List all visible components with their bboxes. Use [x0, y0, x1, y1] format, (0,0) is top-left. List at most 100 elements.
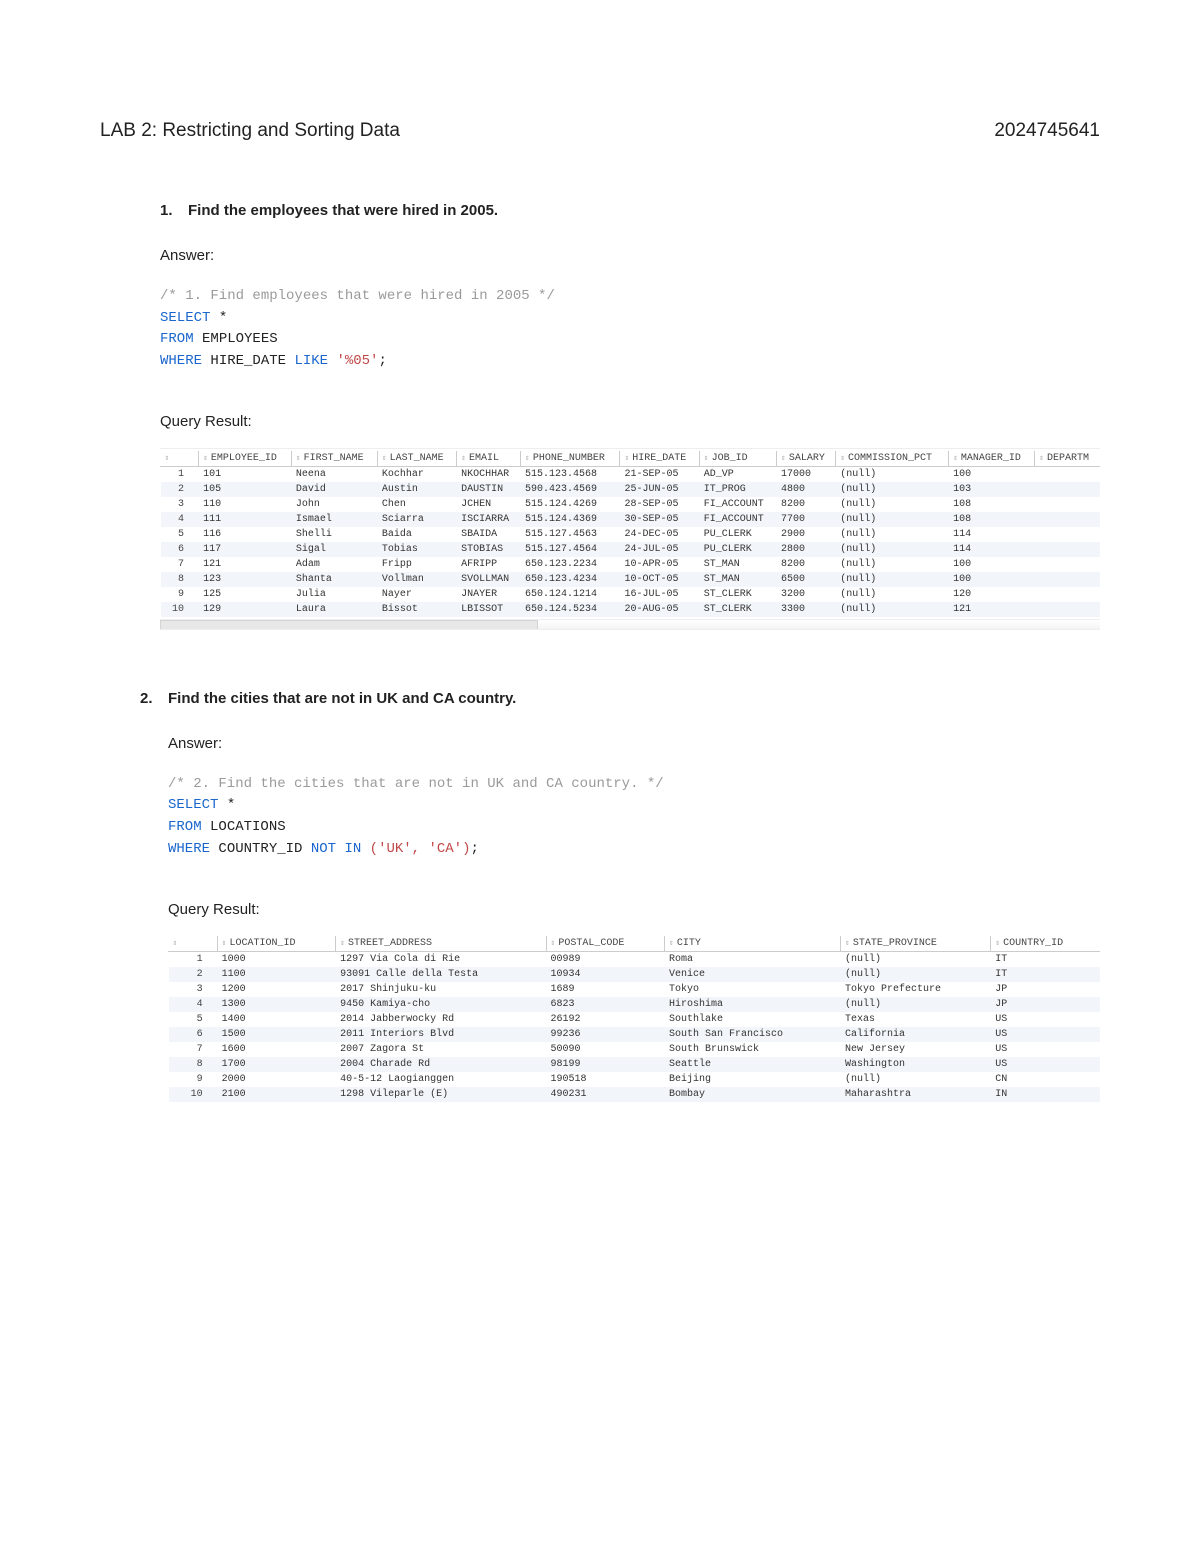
- cell: [1035, 602, 1100, 617]
- cell: 16-JUL-05: [620, 587, 699, 602]
- cell: 24-JUL-05: [620, 542, 699, 557]
- column-header[interactable]: JOB_ID: [699, 451, 776, 467]
- column-header[interactable]: EMPLOYEE_ID: [199, 451, 292, 467]
- cell: 100: [949, 557, 1035, 572]
- column-header[interactable]: STATE_PROVINCE: [841, 936, 991, 952]
- table-row[interactable]: 2105DavidAustinDAUSTIN590.423.456925-JUN…: [161, 482, 1101, 497]
- cell: IT: [991, 967, 1100, 982]
- sql-keyword: WHERE: [160, 353, 202, 369]
- cell: Sigal: [291, 542, 377, 557]
- column-header[interactable]: PHONE_NUMBER: [520, 451, 619, 467]
- cell: 129: [199, 602, 292, 617]
- cell: Washington: [841, 1057, 991, 1072]
- column-header[interactable]: EMAIL: [457, 451, 521, 467]
- cell: 2100: [217, 1087, 336, 1102]
- table-row[interactable]: 10129LauraBissotLBISSOT650.124.523420-AU…: [161, 602, 1101, 617]
- cell: 515.124.4269: [520, 497, 619, 512]
- cell: Austin: [377, 482, 456, 497]
- table-row[interactable]: 3110JohnChenJCHEN515.124.426928-SEP-05FI…: [161, 497, 1101, 512]
- table-row[interactable]: 716002007 Zagora St50090South BrunswickN…: [169, 1042, 1101, 1057]
- cell: 10-OCT-05: [620, 572, 699, 587]
- cell: CN: [991, 1072, 1100, 1087]
- cell: Chen: [377, 497, 456, 512]
- cell: 6823: [546, 997, 665, 1012]
- cell: Tobias: [377, 542, 456, 557]
- table-row[interactable]: 817002004 Charade Rd98199SeattleWashingt…: [169, 1057, 1101, 1072]
- cell: ST_MAN: [699, 572, 776, 587]
- table-row[interactable]: 7121AdamFrippAFRIPP650.123.223410-APR-05…: [161, 557, 1101, 572]
- table-row[interactable]: 110001297 Via Cola di Rie00989Roma(null)…: [169, 951, 1101, 967]
- cell: Baida: [377, 527, 456, 542]
- table-row[interactable]: 2110093091 Calle della Testa10934Venice(…: [169, 967, 1101, 982]
- table-row[interactable]: 514002014 Jabberwocky Rd26192SouthlakeTe…: [169, 1012, 1101, 1027]
- cell: (null): [836, 527, 949, 542]
- column-header[interactable]: POSTAL_CODE: [546, 936, 665, 952]
- cell: South San Francisco: [665, 1027, 841, 1042]
- cell: (null): [836, 557, 949, 572]
- column-header[interactable]: CITY: [665, 936, 841, 952]
- column-header[interactable]: COMMISSION_PCT: [836, 451, 949, 467]
- horizontal-scrollbar[interactable]: [160, 619, 1100, 629]
- table-row[interactable]: 413009450 Kamiya-cho6823Hiroshima(null)J…: [169, 997, 1101, 1012]
- column-header[interactable]: LOCATION_ID: [217, 936, 336, 952]
- cell: 10934: [546, 967, 665, 982]
- cell: (null): [836, 482, 949, 497]
- row-number: 3: [169, 982, 218, 997]
- result-grid-1: EMPLOYEE_IDFIRST_NAMELAST_NAMEEMAILPHONE…: [160, 448, 1100, 630]
- cell: Adam: [291, 557, 377, 572]
- cell: 1297 Via Cola di Rie: [336, 951, 546, 967]
- column-header[interactable]: HIRE_DATE: [620, 451, 699, 467]
- column-header[interactable]: FIRST_NAME: [291, 451, 377, 467]
- cell: (null): [841, 997, 991, 1012]
- cell: 1300: [217, 997, 336, 1012]
- cell: 99236: [546, 1027, 665, 1042]
- cell: Sciarra: [377, 512, 456, 527]
- cell: 20-AUG-05: [620, 602, 699, 617]
- table-row[interactable]: 8123ShantaVollmanSVOLLMAN650.123.423410-…: [161, 572, 1101, 587]
- cell: 26192: [546, 1012, 665, 1027]
- column-header[interactable]: COUNTRY_ID: [991, 936, 1100, 952]
- table-row[interactable]: 615002011 Interiors Blvd99236South San F…: [169, 1027, 1101, 1042]
- cell: 2007 Zagora St: [336, 1042, 546, 1057]
- result-grid-2: LOCATION_IDSTREET_ADDRESSPOSTAL_CODECITY…: [168, 936, 1100, 1102]
- cell: JP: [991, 997, 1100, 1012]
- table-row[interactable]: 1021001298 Vileparle (E)490231BombayMaha…: [169, 1087, 1101, 1102]
- column-header[interactable]: DEPARTM: [1035, 451, 1100, 467]
- table-row[interactable]: 4111IsmaelSciarraISCIARRA515.124.436930-…: [161, 512, 1101, 527]
- sql-code-1: /* 1. Find employees that were hired in …: [160, 286, 1100, 373]
- sql-keyword: SELECT: [168, 797, 218, 813]
- column-header[interactable]: STREET_ADDRESS: [336, 936, 546, 952]
- cell: 3200: [777, 587, 836, 602]
- column-header[interactable]: SALARY: [777, 451, 836, 467]
- cell: (null): [836, 572, 949, 587]
- cell: PU_CLERK: [699, 542, 776, 557]
- row-number: 10: [161, 602, 199, 617]
- cell: 117: [199, 542, 292, 557]
- cell: SBAIDA: [457, 527, 521, 542]
- question-1-text: Find the employees that were hired in 20…: [188, 202, 498, 219]
- column-header[interactable]: MANAGER_ID: [949, 451, 1035, 467]
- question-1-number: 1.: [160, 202, 188, 219]
- table-row[interactable]: 1101NeenaKochharNKOCHHAR515.123.456821-S…: [161, 466, 1101, 482]
- cell: 114: [949, 542, 1035, 557]
- cell: ST_CLERK: [699, 602, 776, 617]
- question-1-prompt: 1. Find the employees that were hired in…: [160, 202, 1100, 219]
- table-row[interactable]: 312002017 Shinjuku-ku1689TokyoTokyo Pref…: [169, 982, 1101, 997]
- cell: 25-JUN-05: [620, 482, 699, 497]
- table-row[interactable]: 9125JuliaNayerJNAYER650.124.121416-JUL-0…: [161, 587, 1101, 602]
- table-row[interactable]: 9200040-5-12 Laogianggen190518Beijing(nu…: [169, 1072, 1101, 1087]
- cell: Maharashtra: [841, 1087, 991, 1102]
- sql-keyword: NOT IN: [311, 841, 361, 857]
- column-header[interactable]: LAST_NAME: [377, 451, 456, 467]
- table-row[interactable]: 6117SigalTobiasSTOBIAS515.127.456424-JUL…: [161, 542, 1101, 557]
- row-number: 6: [161, 542, 199, 557]
- cell: Nayer: [377, 587, 456, 602]
- table-row[interactable]: 5116ShelliBaidaSBAIDA515.127.456324-DEC-…: [161, 527, 1101, 542]
- cell: [1035, 497, 1100, 512]
- cell: 1700: [217, 1057, 336, 1072]
- cell: 7700: [777, 512, 836, 527]
- cell: US: [991, 1027, 1100, 1042]
- cell: IT_PROG: [699, 482, 776, 497]
- cell: 108: [949, 497, 1035, 512]
- cell: 2800: [777, 542, 836, 557]
